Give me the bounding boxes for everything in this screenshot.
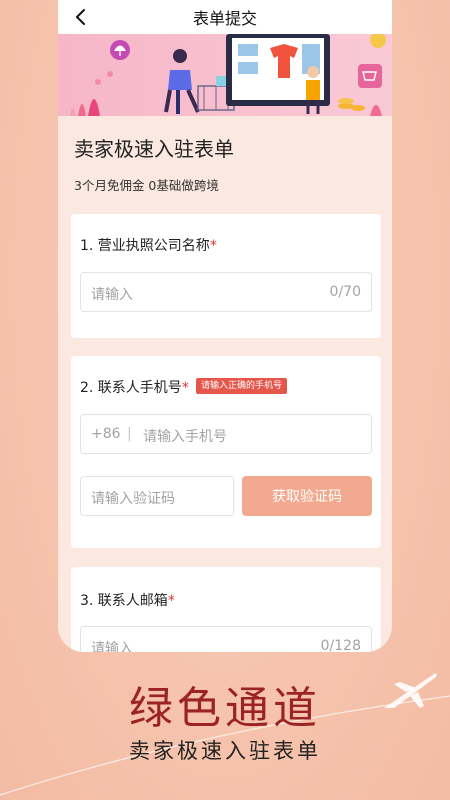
- email-card: 3. 联系人邮箱* 请输入 0/128: [71, 567, 381, 652]
- verification-code-placeholder: 请输入验证码: [91, 491, 175, 507]
- company-name-placeholder: 请输入: [91, 287, 133, 303]
- page-title: 表单提交: [192, 9, 257, 28]
- company-name-input[interactable]: 请输入 0/70: [80, 272, 372, 312]
- company-name-label-text: 1. 营业执照公司名称: [80, 238, 210, 254]
- email-label-text: 3. 联系人邮箱: [80, 593, 168, 609]
- phone-card: 2. 联系人手机号* 请输入正确的手机号 +86 | 请输入手机号 请输入验证码…: [71, 356, 381, 548]
- form-title: 卖家极速入驻表单: [74, 137, 234, 161]
- form-header: 卖家极速入驻表单 3个月免佣金 0基础做跨境: [58, 116, 392, 214]
- phone-warning-badge: 请输入正确的手机号: [196, 378, 288, 394]
- email-label: 3. 联系人邮箱*: [80, 590, 175, 610]
- company-name-counter: 0/70: [329, 284, 361, 300]
- form-subtitle: 3个月免佣金 0基础做跨境: [74, 178, 219, 193]
- promo-slogan: 绿色通道: [129, 683, 321, 734]
- phone-screen: 表单提交 卖家极速入驻表单 3个月免佣金 0基础做跨境 1. 营业执照公司名称*…: [58, 0, 392, 652]
- promo-subtitle: 卖家极速入驻表单: [129, 739, 321, 763]
- back-arrow-icon[interactable]: [72, 8, 90, 26]
- email-input[interactable]: 请输入 0/128: [80, 626, 372, 652]
- get-verification-code-button[interactable]: 获取验证码: [242, 476, 372, 516]
- phone-separator: |: [127, 426, 132, 442]
- top-navigation-bar: 表单提交: [58, 0, 392, 34]
- promo-banner-illustration: [58, 34, 392, 116]
- country-code[interactable]: +86: [91, 426, 121, 442]
- email-placeholder: 请输入: [91, 641, 133, 652]
- phone-placeholder: 请输入手机号: [143, 429, 227, 445]
- phone-input[interactable]: +86 | 请输入手机号: [80, 414, 372, 454]
- verification-code-input[interactable]: 请输入验证码: [80, 476, 234, 516]
- required-mark: *: [167, 593, 175, 609]
- company-name-label: 1. 营业执照公司名称*: [80, 235, 217, 255]
- phone-label-text: 2. 联系人手机号: [80, 380, 182, 396]
- required-mark: *: [181, 380, 189, 396]
- email-counter: 0/128: [320, 638, 361, 652]
- company-name-card: 1. 营业执照公司名称* 请输入 0/70: [71, 214, 381, 338]
- required-mark: *: [209, 238, 217, 254]
- phone-label: 2. 联系人手机号*: [80, 377, 189, 397]
